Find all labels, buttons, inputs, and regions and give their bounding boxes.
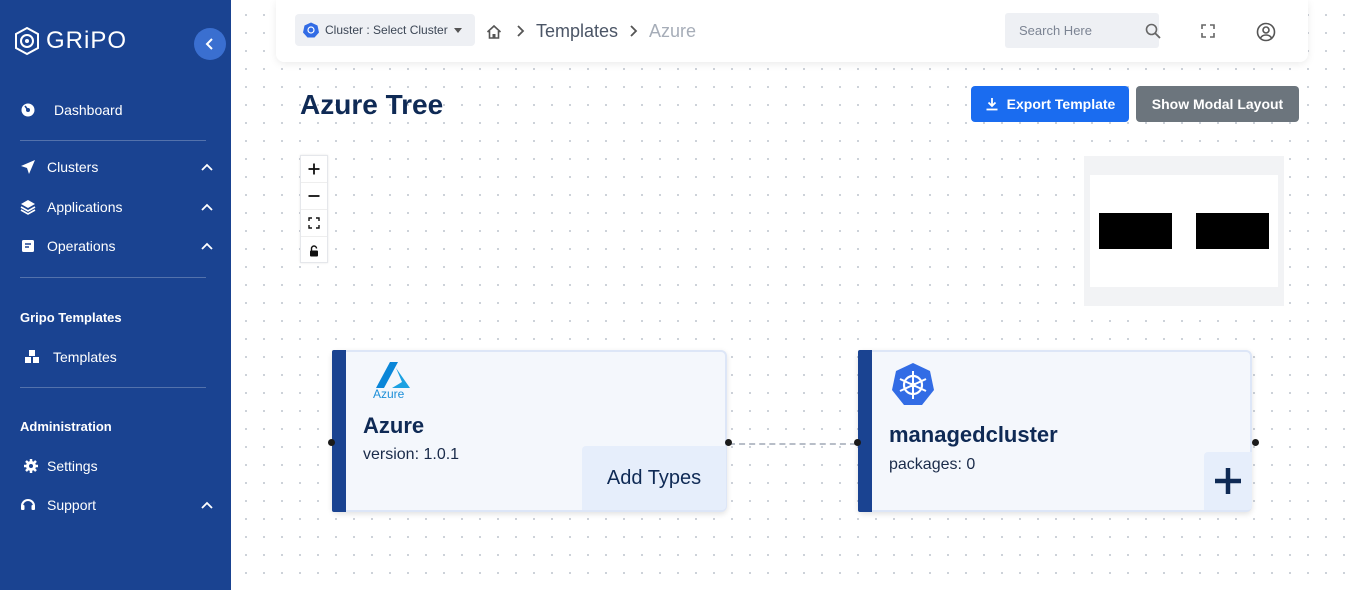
azure-logo-text: Azure [373, 387, 405, 400]
lock-icon [310, 244, 318, 256]
add-package-button[interactable] [1204, 452, 1252, 510]
gear-icon [24, 459, 38, 473]
cluster-select-value: Cluster : Select Cluster [325, 23, 448, 37]
chevron-up-icon [201, 501, 213, 509]
flow-controls [300, 155, 328, 263]
cubes-icon [25, 350, 39, 363]
node-accent-bar [332, 350, 346, 512]
topbar: Cluster : Select Cluster Templates Azure [276, 0, 1308, 62]
node-accent-bar [858, 350, 872, 512]
sidebar-item-label: Applications [47, 199, 123, 215]
node-title: Azure [363, 413, 425, 438]
sidebar-item-clusters[interactable]: Clusters [0, 152, 231, 182]
breadcrumb-current: Azure [649, 21, 697, 41]
cluster-select[interactable]: Cluster : Select Cluster [295, 14, 475, 46]
sidebar-item-label: Clusters [47, 159, 99, 175]
node-subtitle: packages: 0 [889, 456, 976, 473]
azure-node[interactable]: Azure Azure version: 1.0.1 Add Types [328, 350, 732, 512]
search-box [1005, 13, 1161, 48]
sidebar-item-settings[interactable]: Settings [0, 451, 231, 481]
search-icon[interactable] [1145, 23, 1161, 39]
node-edge [729, 443, 856, 445]
zoom-out-button[interactable] [301, 183, 327, 210]
breadcrumb-templates[interactable]: Templates [536, 21, 618, 42]
chevron-up-icon [201, 242, 213, 250]
sidebar-item-support[interactable]: Support [0, 490, 231, 520]
kubernetes-icon [303, 22, 319, 38]
show-modal-layout-button[interactable]: Show Modal Layout [1136, 86, 1299, 122]
sidebar-item-label: Settings [47, 458, 98, 474]
fit-view-icon [308, 217, 320, 229]
plus-icon [1215, 468, 1241, 494]
page-title: Azure Tree [300, 89, 444, 120]
export-template-label: Export Template [1006, 96, 1116, 112]
search-input[interactable] [1005, 13, 1135, 48]
chevron-up-icon [201, 203, 213, 211]
fullscreen-icon[interactable] [1201, 24, 1215, 38]
dashboard-icon [21, 103, 35, 117]
collapse-sidebar-button[interactable] [194, 28, 226, 60]
main-canvas[interactable]: Cluster : Select Cluster Templates Azure… [231, 0, 1349, 590]
home-icon[interactable] [486, 24, 502, 40]
plus-icon [308, 163, 320, 175]
sidebar-item-label: Dashboard [54, 102, 123, 118]
minimap-node [1099, 213, 1172, 249]
sidebar-item-label: Operations [47, 238, 116, 254]
headset-icon [21, 499, 35, 510]
chevron-left-icon [205, 38, 213, 50]
sidebar: GRiPO Dashboard Clusters Applications Op… [0, 0, 231, 590]
kubernetes-logo-icon [892, 363, 934, 405]
divider [20, 277, 206, 278]
export-template-button[interactable]: Export Template [971, 86, 1129, 122]
caret-down-icon [453, 27, 462, 33]
node-handle-right[interactable] [725, 439, 732, 446]
fit-view-button[interactable] [301, 210, 327, 237]
section-heading-templates: Gripo Templates [20, 310, 122, 325]
user-avatar-icon[interactable] [1256, 22, 1276, 42]
node-title: managedcluster [889, 422, 1058, 447]
gripo-logo-icon [15, 26, 39, 56]
chevron-right-icon [630, 25, 638, 37]
chevron-up-icon [201, 163, 213, 171]
download-icon [986, 98, 998, 111]
node-handle-right[interactable] [1252, 439, 1259, 446]
logo-text: GRiPO [46, 27, 128, 54]
node-subtitle: version: 1.0.1 [363, 446, 460, 463]
node-handle-left[interactable] [328, 439, 335, 446]
sidebar-item-label: Support [47, 497, 97, 513]
minimap[interactable] [1084, 156, 1284, 306]
divider [20, 387, 206, 388]
sidebar-item-dashboard[interactable]: Dashboard [0, 95, 231, 125]
send-icon [21, 160, 35, 174]
sidebar-item-applications[interactable]: Applications [0, 192, 231, 222]
layers-icon [20, 200, 36, 215]
minimap-node [1196, 213, 1269, 249]
sidebar-item-operations[interactable]: Operations [0, 231, 231, 261]
lock-button[interactable] [301, 237, 327, 264]
logo[interactable]: GRiPO [12, 26, 127, 56]
add-types-button[interactable]: Add Types [582, 446, 726, 510]
minimap-viewport [1090, 175, 1278, 287]
sidebar-item-templates[interactable]: Templates [0, 342, 231, 372]
minus-icon [308, 195, 320, 197]
managedcluster-node[interactable]: managedcluster packages: 0 [854, 350, 1259, 512]
sidebar-item-label: Templates [53, 349, 117, 365]
section-heading-administration: Administration [20, 419, 112, 434]
node-handle-left[interactable] [854, 439, 861, 446]
zoom-in-button[interactable] [301, 156, 327, 183]
divider [20, 140, 206, 141]
document-icon [22, 240, 34, 252]
chevron-right-icon [517, 25, 525, 37]
azure-logo-icon: Azure [373, 362, 410, 400]
